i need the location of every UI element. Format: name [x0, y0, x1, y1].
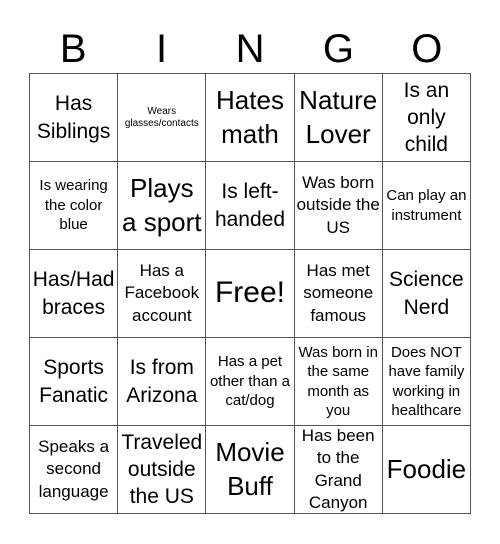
bingo-cell[interactable]: Has Siblings [30, 74, 119, 162]
header-letter-o: O [411, 27, 443, 71]
bingo-cell[interactable]: Is wearing the color blue [30, 162, 119, 250]
bingo-cell[interactable]: Has been to the Grand Canyon [294, 426, 383, 514]
bingo-cell[interactable]: Wears glasses/contacts [118, 74, 207, 162]
bingo-cell[interactable]: Does NOT have family working in healthca… [382, 338, 471, 426]
bingo-cell[interactable]: Foodie [382, 426, 471, 514]
header-letter-n: N [235, 27, 265, 71]
bingo-cell[interactable]: Plays a sport [118, 162, 207, 250]
bingo-cell[interactable]: Is from Arizona [118, 338, 207, 426]
bingo-cell[interactable]: Traveled outside the US [118, 426, 207, 514]
bingo-cell[interactable]: Is left-handed [206, 162, 295, 250]
bingo-cell[interactable]: Has met someone famous [294, 250, 383, 338]
bingo-grid: Has Siblings Wears glasses/contacts Hates … [29, 73, 471, 514]
bingo-cell[interactable]: Was born in the same month as you [294, 338, 383, 426]
bingo-cell[interactable]: Science Nerd [382, 250, 471, 338]
bingo-cell[interactable]: Has/Had braces [30, 250, 119, 338]
bingo-cell[interactable]: Can play an instrument [382, 162, 471, 250]
header-letter-i: I [156, 27, 168, 71]
header-letter-b: B [59, 27, 87, 71]
bingo-cell[interactable]: Is an only child [382, 74, 471, 162]
bingo-cell[interactable]: Nature Lover [294, 74, 383, 162]
bingo-cell[interactable]: Speaks a second language [30, 426, 119, 514]
bingo-cell[interactable]: Has a Facebook account [118, 250, 207, 338]
bingo-cell[interactable]: Was born outside the US [294, 162, 383, 250]
bingo-cell[interactable]: Movie Buff [206, 426, 295, 514]
bingo-cell[interactable]: Hates math [206, 74, 295, 162]
bingo-cell[interactable]: Has a pet other than a cat/dog [206, 338, 295, 426]
header-letter-g: G [322, 27, 354, 71]
bingo-cell[interactable]: Sports Fanatic [30, 338, 119, 426]
bingo-cell-free[interactable]: Free! [206, 250, 295, 338]
bingo-header: B I N G O [29, 26, 471, 72]
